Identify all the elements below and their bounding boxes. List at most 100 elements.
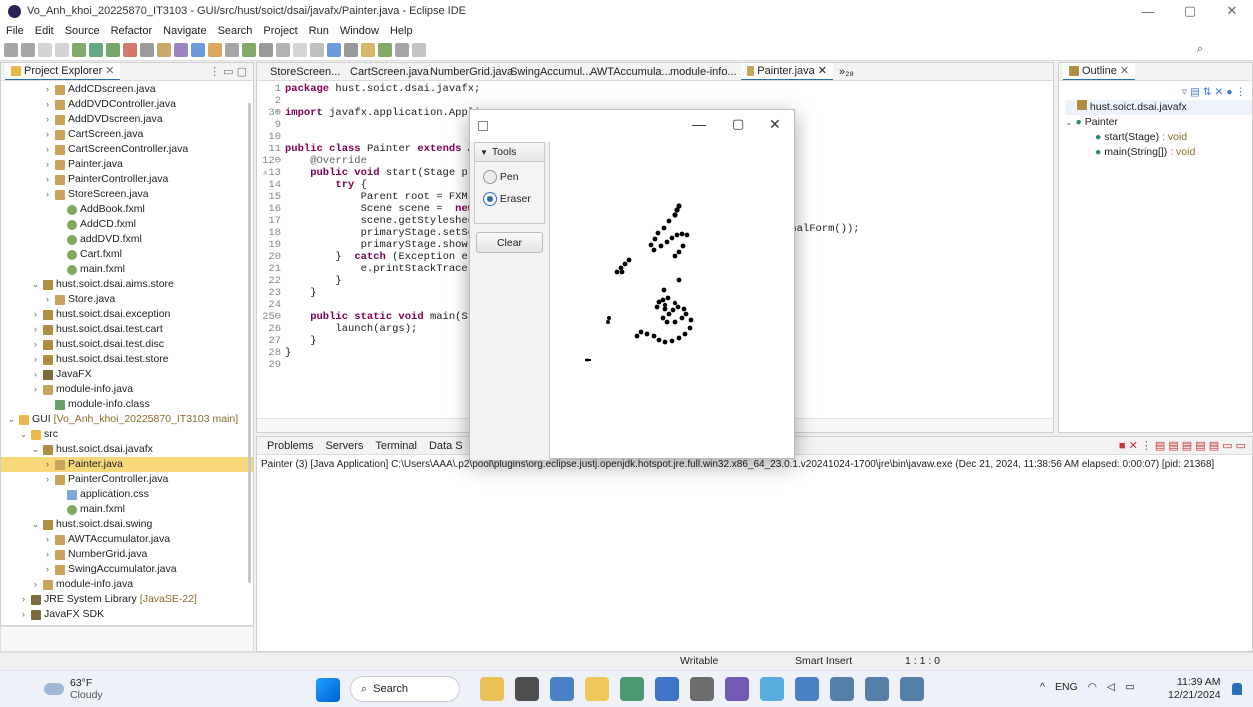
tree-item[interactable]: › hust.soict.dsai.test.disc [1, 337, 253, 352]
chevron-right-icon[interactable]: › [31, 322, 40, 337]
menu-item-edit[interactable]: Edit [35, 25, 54, 37]
tree-item[interactable]: application.css [1, 487, 253, 502]
tab-project-explorer[interactable]: Project Explorer ✕ [5, 63, 121, 80]
tree-item[interactable]: › JavaFX SDK [1, 607, 253, 621]
tree-item[interactable]: › StoreScreen.java [1, 187, 253, 202]
chevron-right-icon[interactable]: › [43, 292, 52, 307]
tree-item[interactable]: Cart.fxml [1, 247, 253, 262]
chevron-right-icon[interactable]: › [31, 382, 40, 397]
tree-item[interactable]: › Painter.java [1, 157, 253, 172]
tree-item[interactable]: › PainterController.java [1, 472, 253, 487]
close-icon[interactable]: ✕ [105, 64, 114, 77]
toolbar-icon[interactable] [293, 42, 307, 57]
tree-item[interactable]: › hust.soict.dsai.test.store [1, 352, 253, 367]
bottom-tab-terminal[interactable]: Terminal [369, 437, 423, 454]
chevron-down-icon[interactable]: ⌄ [19, 427, 28, 442]
toolbar-icon[interactable] [412, 42, 426, 57]
taskbar-search[interactable]: ⌕ Search [350, 676, 460, 702]
toolbar-icon[interactable] [4, 42, 18, 57]
toolbar-icon[interactable] [259, 42, 273, 57]
toolbar-icon[interactable] [225, 42, 239, 57]
tools-titled-pane[interactable]: ▼ Tools [474, 142, 545, 162]
toolbar-icon[interactable] [310, 42, 324, 57]
tree-item[interactable]: › CartScreen.java [1, 127, 253, 142]
close-button[interactable]: ✕ [1211, 0, 1253, 22]
taskbar-app-icon[interactable] [515, 677, 539, 701]
tree-item[interactable]: ⌄ GUI [Vo_Anh_khoi_20225870_IT3103 main] [1, 412, 253, 427]
weather-widget[interactable]: 63°F Cloudy [44, 677, 103, 701]
chevron-right-icon[interactable]: › [19, 607, 28, 621]
taskbar-app-icon[interactable] [620, 677, 644, 701]
chevron-right-icon[interactable]: › [43, 547, 52, 562]
toolbar-icon[interactable] [378, 42, 392, 57]
toolbar-icon[interactable] [123, 42, 137, 57]
tree-item[interactable]: › SwingAccumulator.java [1, 562, 253, 577]
more-tabs-button[interactable]: »₂₈ [839, 66, 854, 78]
chevron-right-icon[interactable]: › [43, 97, 52, 112]
taskbar-app-icon[interactable] [760, 677, 784, 701]
toolbar-icon[interactable] [395, 42, 409, 57]
tree-item[interactable]: module-info.class [1, 397, 253, 412]
clear-button[interactable]: Clear [476, 232, 543, 253]
editor-tab[interactable]: SwingAccumul... [501, 63, 591, 80]
taskbar-app-icon[interactable] [585, 677, 609, 701]
chevron-right-icon[interactable]: › [19, 592, 28, 607]
taskbar-app-icon[interactable] [830, 677, 854, 701]
chevron-right-icon[interactable]: › [43, 532, 52, 547]
tree-item[interactable]: ⌄ hust.soict.dsai.swing [1, 517, 253, 532]
outline-class[interactable]: ⌄ ● Painter [1065, 115, 1252, 130]
toolbar-icon[interactable] [361, 42, 375, 57]
chevron-right-icon[interactable]: › [31, 367, 40, 382]
painter-minimize-button[interactable]: — [692, 116, 706, 132]
console-toolbar[interactable]: ■ ✕ ⋮ ▤ ▤ ▤ ▤ ▤ ▭ ▭ [1119, 439, 1252, 452]
chevron-right-icon[interactable]: › [43, 172, 52, 187]
tree-item[interactable]: AddCD.fxml [1, 217, 253, 232]
painter-close-button[interactable]: ✕ [769, 116, 781, 133]
menu-item-navigate[interactable]: Navigate [163, 25, 206, 37]
tree-item[interactable]: › AddDVDController.java [1, 97, 253, 112]
chevron-right-icon[interactable]: › [31, 337, 40, 352]
editor-tab[interactable]: Painter.java ✕ [741, 63, 833, 80]
chevron-down-icon[interactable]: ⌄ [31, 517, 40, 532]
toolbar-icon[interactable] [106, 42, 120, 57]
editor-tab[interactable]: AWTAccumula... [581, 63, 671, 80]
outline-toolbar[interactable]: ▿ ▤ ⇅ ✕ ● ⋮ [1065, 85, 1252, 100]
tree-item[interactable]: › AddCDscreen.java [1, 82, 253, 97]
eraser-radio[interactable]: Eraser [483, 192, 544, 214]
tree-item[interactable]: ⌄ hust.soict.dsai.javafx [1, 442, 253, 457]
tree-item[interactable]: › hust.soict.dsai.exception [1, 307, 253, 322]
taskbar-app-icon[interactable] [690, 677, 714, 701]
volume-icon[interactable]: ◁ [1107, 681, 1115, 693]
tree-item[interactable]: AddBook.fxml [1, 202, 253, 217]
menu-item-window[interactable]: Window [340, 25, 379, 37]
outline-member[interactable]: ● start(Stage) : void [1065, 130, 1252, 145]
tree-item[interactable]: › module-info.java [1, 382, 253, 397]
menu-item-project[interactable]: Project [263, 25, 297, 37]
toolbar-icon[interactable] [191, 42, 205, 57]
drawing-canvas[interactable] [551, 142, 794, 458]
editor-tab[interactable]: NumberGrid.java [421, 63, 513, 80]
chevron-right-icon[interactable]: › [43, 82, 52, 97]
battery-icon[interactable]: ▭ [1125, 681, 1135, 693]
windows-start-icon[interactable] [316, 678, 340, 702]
system-tray[interactable]: ^ ENG ◠ ◁ ▭ [1040, 681, 1135, 693]
chevron-right-icon[interactable]: › [43, 112, 52, 127]
clock[interactable]: 11:39 AM 12/21/2024 [1168, 676, 1221, 702]
menu-item-search[interactable]: Search [218, 25, 253, 37]
explorer-hscroll[interactable] [0, 626, 254, 652]
close-icon[interactable]: ✕ [818, 64, 827, 77]
chevron-right-icon[interactable]: › [43, 562, 52, 577]
chevron-right-icon[interactable]: › [43, 472, 52, 487]
chevron-right-icon[interactable]: › [31, 577, 40, 592]
menu-item-help[interactable]: Help [390, 25, 413, 37]
maximize-button[interactable]: ▢ [1169, 0, 1211, 22]
chevron-right-icon[interactable]: › [31, 307, 40, 322]
chevron-right-icon[interactable]: › [43, 142, 52, 157]
tree-item[interactable]: addDVD.fxml [1, 232, 253, 247]
chevron-right-icon[interactable]: › [43, 157, 52, 172]
radio-pen[interactable] [483, 170, 497, 184]
tree-item[interactable]: main.fxml [1, 262, 253, 277]
toolbar-icon[interactable] [140, 42, 154, 57]
language-indicator[interactable]: ENG [1055, 681, 1078, 693]
search-icon[interactable]: ⌕ [1197, 43, 1203, 56]
